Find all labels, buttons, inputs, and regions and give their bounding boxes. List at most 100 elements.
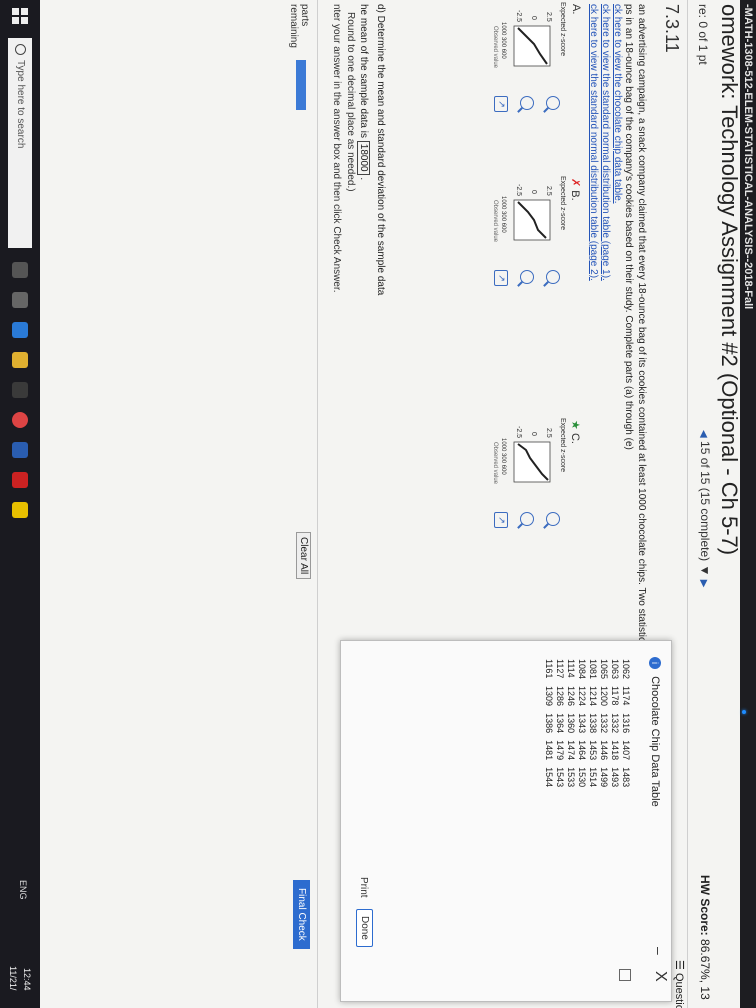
clock-date[interactable]: 11/21/: [8, 966, 18, 990]
print-button[interactable]: Print: [356, 873, 371, 902]
table-cell: 1161: [544, 659, 554, 679]
table-cell: 1200: [599, 686, 609, 707]
question-progress[interactable]: 15 of 15 (15 complete): [698, 441, 712, 561]
table-cell: 1065: [599, 659, 609, 680]
option-b-tick-mid: 0: [530, 190, 537, 194]
table-cell: 1114: [566, 659, 576, 678]
option-b-plot-title: Expected z-score: [559, 176, 566, 231]
previous-question-icon[interactable]: ◀: [698, 430, 709, 438]
chrome-icon[interactable]: [12, 412, 28, 428]
option-b-label[interactable]: ✗ B.: [569, 178, 582, 201]
app-n-icon[interactable]: [12, 472, 28, 488]
table-cell: 1474: [566, 740, 576, 761]
option-a-xlabel: Observed value: [492, 26, 498, 69]
table-cell: 1338: [588, 713, 598, 734]
info-icon: i: [649, 657, 661, 669]
task-view-icon[interactable]: [12, 292, 28, 308]
option-b-tick-bot: -2.5: [515, 184, 522, 197]
table-row: 1084 1224 1343 1464 1530: [576, 659, 587, 794]
normal-table-page2-link[interactable]: ck here to view the standard normal dist…: [587, 4, 599, 281]
table-cell: 1530: [577, 767, 587, 788]
edge-icon[interactable]: [12, 322, 28, 338]
round-note: Round to one decimal place as needed.): [345, 12, 356, 192]
table-cell: 1418: [610, 740, 620, 761]
clear-all-button[interactable]: Clear All: [296, 532, 311, 580]
popout-icon[interactable]: ↗: [494, 512, 508, 528]
zoom-icon[interactable]: [520, 512, 534, 526]
table-cell: 1533: [566, 767, 576, 788]
taskbar-search-input[interactable]: Type here to search: [8, 38, 32, 248]
next-question-icon[interactable]: ▶: [698, 580, 709, 588]
hw-score-value: 86.67%, 13: [698, 939, 712, 1000]
question-id: 7.3.11: [662, 4, 682, 53]
store-icon[interactable]: [12, 382, 28, 398]
table-cell: 1286: [555, 686, 565, 707]
question-prompt: an advertising campaign, a snack company…: [622, 4, 648, 644]
windows-start-icon[interactable]: [12, 8, 28, 24]
data-table-dialog: i Chocolate Chip Data Table – X 1062 1174…: [340, 640, 672, 1002]
course-bar: -MATH-1308-512-ELEM-STATISTICAL-ANALYSIS…: [740, 0, 756, 1008]
zoom-icon[interactable]: [546, 512, 560, 526]
data-table-link[interactable]: ck here to view the chocolate chip data …: [611, 4, 623, 281]
microphone-icon[interactable]: [12, 262, 28, 278]
table-cell: 1360: [566, 713, 576, 734]
question-help-menu[interactable]: ☰ Question H: [673, 960, 686, 1008]
glare-dot: [742, 710, 746, 714]
done-button[interactable]: Done: [356, 909, 373, 947]
question-navigator[interactable]: ◀ 15 of 15 (15 complete) ▼ ▶: [698, 430, 712, 587]
table-row: 1127 1286 1364 1479 1543: [554, 659, 565, 794]
table-cell: 1483: [621, 767, 631, 788]
option-c-label[interactable]: ★ C.: [569, 420, 582, 444]
option-a-xticks: 1000 300 600: [500, 22, 506, 59]
file-explorer-icon[interactable]: [12, 352, 28, 368]
prompt-line-2: ps in an 18-ounce bag of the company's c…: [623, 4, 634, 450]
zoom-icon[interactable]: [546, 270, 560, 284]
normal-table-page1-link[interactable]: ck here to view the standard normal dist…: [599, 4, 611, 281]
table-cell: 1493: [610, 767, 620, 788]
table-cell: 1514: [588, 767, 598, 788]
option-a-tick-mid: 0: [530, 16, 537, 20]
mean-suffix: .: [358, 177, 369, 181]
warning-icon[interactable]: [12, 502, 28, 518]
dialog-title: i Chocolate Chip Data Table: [649, 657, 661, 807]
table-cell: 1386: [544, 713, 554, 734]
hw-score: HW Score: 86.67%, 13: [698, 875, 712, 1000]
hw-score-label: HW Score:: [698, 875, 712, 936]
option-a-tick-top: 2.5: [545, 12, 552, 22]
option-b-tick-top: 2.5: [545, 186, 552, 196]
table-cell: 1081: [588, 659, 598, 680]
zoom-icon[interactable]: [546, 96, 560, 110]
close-button[interactable]: X: [651, 971, 669, 982]
table-cell: 1453: [588, 740, 598, 761]
option-c-plot-title: Expected z-score: [559, 418, 566, 473]
instructions: nter your answer in the answer box and t…: [331, 4, 342, 293]
monitor-screen: -MATH-1308-512-ELEM-STATISTICAL-ANALYSIS…: [0, 0, 756, 1008]
zoom-icon[interactable]: [520, 270, 534, 284]
question-help-label[interactable]: Question H: [673, 973, 685, 1008]
table-cell: 1499: [599, 767, 609, 788]
table-cell: 1481: [544, 740, 554, 761]
zoom-icon[interactable]: [520, 96, 534, 110]
option-a-label[interactable]: A.: [570, 4, 582, 14]
mean-answer-box[interactable]: 18000: [357, 140, 370, 175]
popout-icon[interactable]: ↗: [494, 270, 508, 286]
popout-icon[interactable]: ↗: [494, 96, 508, 112]
minimize-button[interactable]: –: [651, 947, 667, 955]
header-divider: [687, 0, 688, 1008]
final-check-button[interactable]: Final Check: [293, 880, 310, 949]
prompt-line-1: an advertising campaign, a snack company…: [636, 4, 647, 642]
copy-icon[interactable]: [619, 969, 631, 981]
table-cell: 1332: [599, 713, 609, 734]
homework-title: omework: Technology Assignment #2 (Optio…: [717, 4, 742, 556]
option-c-tick-top: 2.5: [545, 428, 552, 438]
clock-time[interactable]: 12:44: [22, 968, 32, 991]
table-cell: 1062: [621, 659, 631, 680]
table-cell: 1063: [610, 659, 620, 680]
table-row: 1062 1174 1316 1407 1483: [620, 659, 631, 794]
system-tray-language[interactable]: ENG: [18, 880, 28, 900]
app-b-icon[interactable]: [12, 442, 28, 458]
table-row: 1081 1214 1338 1453 1514: [587, 659, 598, 794]
dropdown-icon[interactable]: ▼: [698, 564, 712, 576]
photo-background: -MATH-1308-512-ELEM-STATISTICAL-ANALYSIS…: [0, 0, 756, 1008]
table-cell: 1316: [621, 713, 631, 734]
